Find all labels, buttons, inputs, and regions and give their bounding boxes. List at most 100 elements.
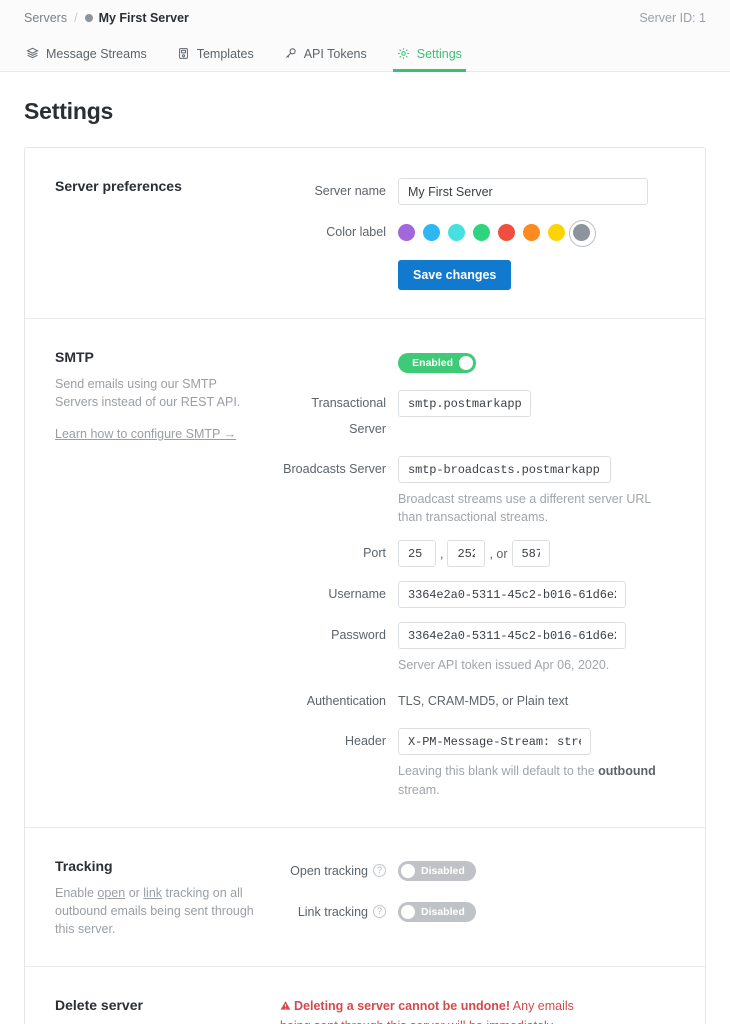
broadcasts-server-label: Broadcasts Server [283,462,386,476]
header-help: Leaving this blank will default to the o… [398,762,675,798]
header-help-after: stream. [398,782,440,797]
header-input[interactable] [398,728,591,756]
open-tracking-field: Disabled [398,858,675,885]
row-username: Username [280,581,675,609]
server-id-label: Server ID: 1 [639,11,706,25]
broadcasts-server-help: Broadcast streams use a different server… [398,492,651,525]
smtp-learn-link[interactable]: Learn how to configure SMTP → [55,427,236,441]
password-field: Server API token issued Apr 06, 2020. [398,622,675,674]
delete-server-warning-bold: Deleting a server cannot be undone! [294,999,511,1013]
tracking-fields: Open tracking ? Disabled Link tracking ?… [280,858,675,938]
save-changes-button[interactable]: Save changes [398,260,512,290]
smtp-title: SMTP [55,349,94,365]
header-help-bold: outbound [598,764,656,779]
color-swatch-purple[interactable] [398,224,415,241]
port-separator-2: , or [489,546,508,561]
delete-server-right: Deleting a server cannot be undone! Any … [280,997,675,1024]
server-preferences-title: Server preferences [55,178,182,194]
row-password: Password Server API token issued Apr 06,… [280,622,675,674]
transactional-server-input[interactable] [398,390,531,417]
tracking-left: Tracking Enable open or link tracking on… [55,858,280,938]
color-swatch-blue[interactable] [423,224,440,241]
settings-card: Server preferences Server name Color lab… [24,147,706,1024]
row-save-changes: Save changes [280,260,675,290]
port-separator-1: , [440,546,444,561]
breadcrumb-servers-link[interactable]: Servers [24,11,67,25]
username-input[interactable] [398,581,626,609]
authentication-field: TLS, CRAM-MD5, or Plain text [398,688,675,714]
tracking-open-link[interactable]: open [97,886,125,900]
save-button-wrap: Save changes [398,260,675,290]
color-swatch-list [398,219,675,247]
row-header: Header Leaving this blank will default t… [280,728,675,798]
delete-server-warning: Deleting a server cannot be undone! Any … [280,997,576,1024]
row-authentication: Authentication TLS, CRAM-MD5, or Plain t… [280,688,675,714]
color-swatch-orange[interactable] [523,224,540,241]
color-swatch-grey[interactable] [569,220,596,247]
color-label-label: Color label [326,225,386,239]
tab-templates[interactable]: Templates [175,36,256,71]
smtp-left: SMTP Send emails using our SMTP Servers … [55,349,280,799]
tab-message-streams[interactable]: Message Streams [24,36,149,71]
link-tracking-field: Disabled [398,899,675,926]
tracking-desc-start: Enable [55,885,98,900]
link-tracking-toggle-row: Disabled [398,899,675,926]
link-tracking-toggle[interactable]: Disabled [398,902,476,923]
server-name-label: Server name [314,184,386,198]
server-name-input[interactable] [398,178,648,205]
port-input-2525[interactable] [447,540,486,568]
tab-settings[interactable]: Settings [392,36,467,72]
breadcrumb-separator: / [74,11,78,25]
username-label: Username [328,587,386,602]
port-inline-group: , , or [398,540,675,568]
row-server-name: Server name [280,178,675,205]
tracking-description: Enable open or link tracking on all outb… [55,884,262,938]
username-field [398,581,675,609]
tracking-desc-mid: or [125,885,144,900]
open-tracking-toggle[interactable]: Disabled [398,861,476,882]
color-swatch-cyan[interactable] [448,224,465,241]
open-tracking-label-wrap: Open tracking ? [280,858,398,884]
tab-api-tokens[interactable]: API Tokens [282,36,369,71]
broadcasts-server-field: Broadcast streams use a different server… [398,456,675,526]
row-smtp-toggle: Enabled [280,349,675,376]
server-preferences-left: Server preferences [55,178,280,290]
open-tracking-knob [401,864,415,879]
link-tracking-knob [401,905,415,920]
tracking-link-link[interactable]: link [143,886,162,900]
tab-bar: Message Streams Templates API Tokens Set… [0,36,730,72]
port-input-587[interactable] [511,540,550,568]
layers-icon [26,47,39,60]
link-tracking-help-icon[interactable]: ? [373,905,386,919]
color-swatch-green[interactable] [473,224,490,241]
color-swatch-red[interactable] [498,224,515,241]
smtp-enabled-toggle[interactable]: Enabled [398,352,476,373]
authentication-label: Authentication [306,694,386,709]
password-input[interactable] [398,622,626,650]
color-swatch-yellow[interactable] [548,224,565,241]
transactional-server-label: Transactional Server [311,396,386,436]
row-open-tracking: Open tracking ? Disabled [280,858,675,885]
smtp-toggle-wrap: Enabled [398,349,675,376]
open-tracking-help-icon[interactable]: ? [373,864,386,878]
gear-icon [397,47,410,60]
header-field: Leaving this blank will default to the o… [398,728,675,798]
broadcasts-server-input[interactable] [398,456,611,483]
tab-templates-label: Templates [196,46,254,61]
port-label: Port [363,546,386,561]
key-icon [284,47,297,60]
link-tracking-label: Link tracking [297,904,368,919]
page-body: Settings Server preferences Server name … [0,98,730,1024]
smtp-link-wrap: Learn how to configure SMTP → [55,425,262,443]
authentication-value: TLS, CRAM-MD5, or Plain text [398,694,569,709]
breadcrumb-current-server: My First Server [98,11,189,25]
warning-triangle-icon [280,998,291,1017]
smtp-toggle-row: Enabled [398,349,675,376]
tab-settings-label: Settings [416,46,462,61]
row-transactional-server: Transactional Server [280,390,675,442]
delete-server-title: Delete server [55,997,143,1013]
port-field: , , or [398,540,675,568]
server-color-dot-icon [84,14,93,22]
port-input-25[interactable] [398,540,436,568]
section-delete-server: Delete server Deleting a server cannot b… [25,967,705,1024]
